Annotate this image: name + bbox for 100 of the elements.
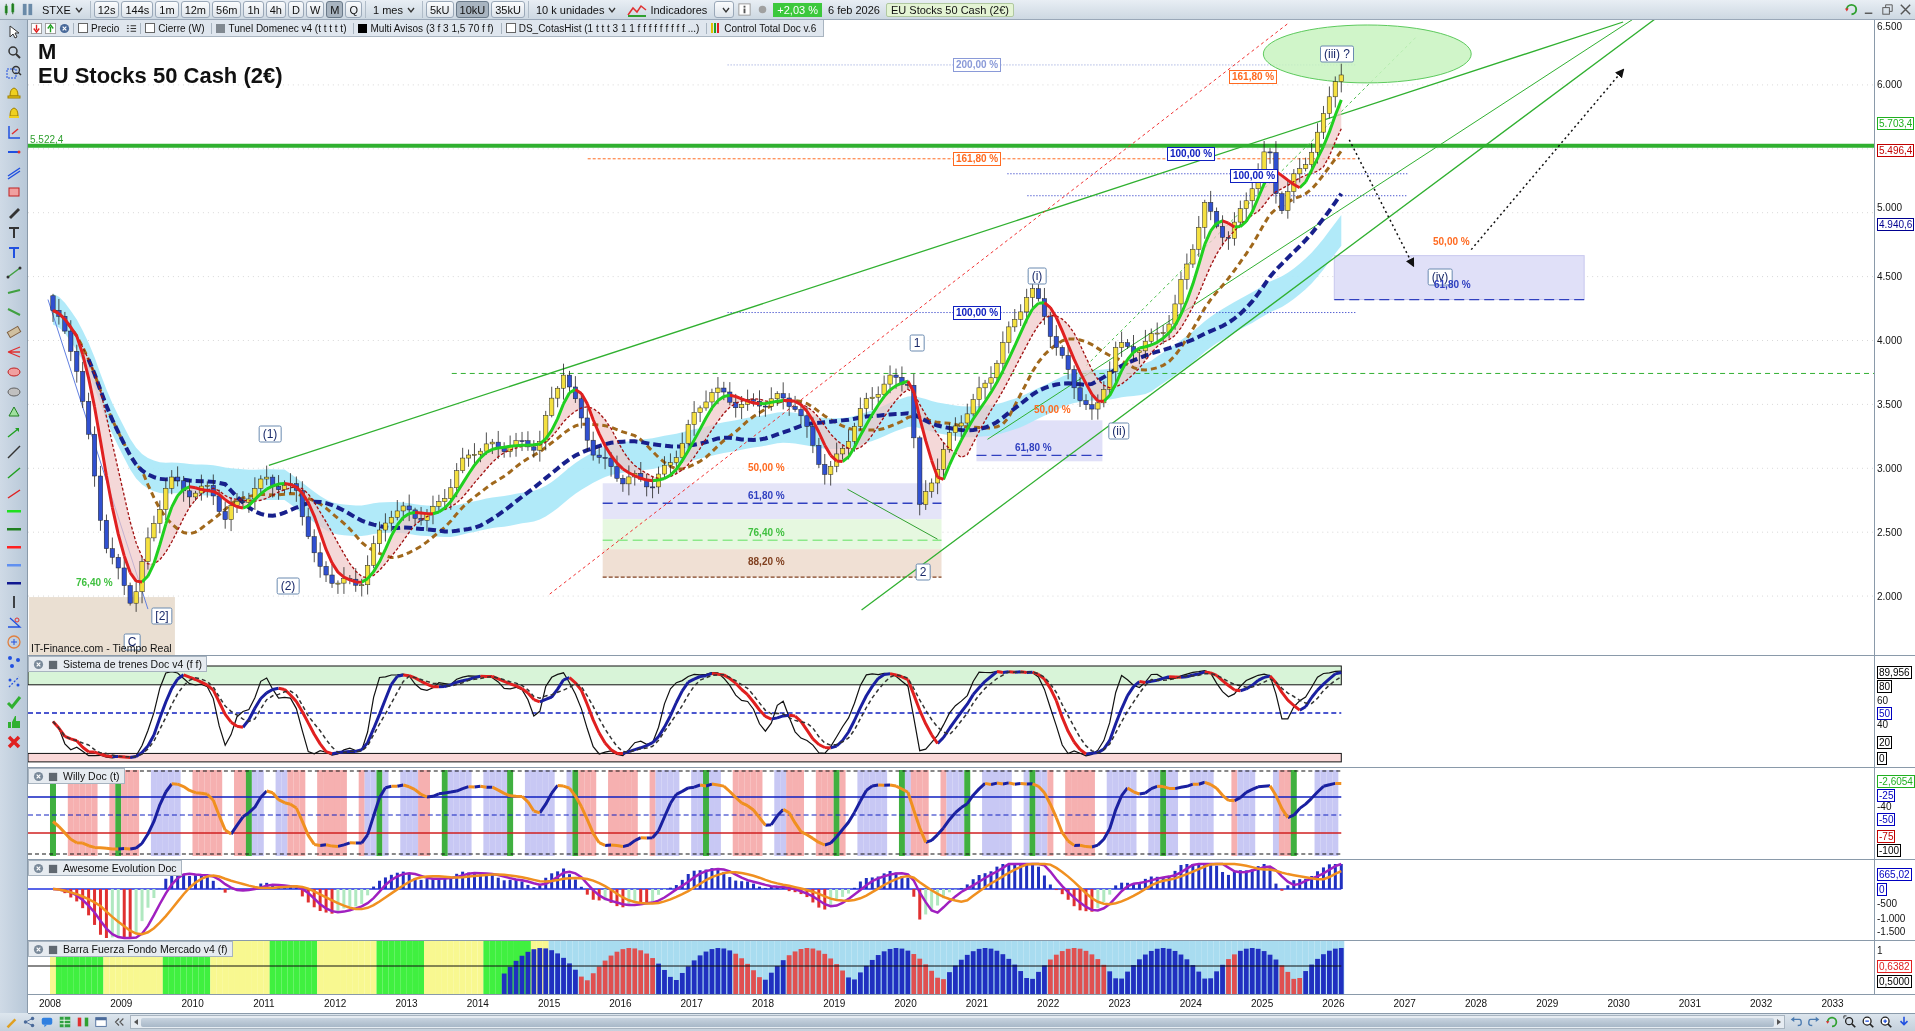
settings-square-icon[interactable]	[48, 862, 59, 874]
settings-square-icon[interactable]	[48, 770, 59, 782]
line-color-swatch[interactable]	[5, 544, 22, 550]
grid-icon[interactable]	[20, 2, 35, 17]
axis-tick-label: 2014	[466, 998, 489, 1009]
close-icon[interactable]	[33, 862, 44, 874]
symbol-dropdown[interactable]: STXE	[38, 1, 87, 18]
axis-tick-label: 2023	[1108, 998, 1131, 1009]
channel-icon[interactable]	[5, 164, 22, 180]
unit-button[interactable]: 10kU	[455, 1, 490, 18]
price-change-badge: +2,03 %	[773, 2, 822, 17]
zoom-out-icon[interactable]	[1861, 1015, 1875, 1029]
axis-tool-icon[interactable]	[5, 124, 22, 140]
price-tag: 5.703,4	[1877, 117, 1915, 130]
axis-tick-label: 2027	[1393, 998, 1416, 1009]
zoom-fit-icon[interactable]	[1843, 1015, 1857, 1029]
timeframe-button[interactable]: 4h	[265, 1, 286, 18]
arrow-up-icon[interactable]	[45, 22, 56, 34]
close-icon[interactable]	[59, 22, 70, 34]
axis-tick-label: -40	[1877, 801, 1892, 812]
axis-tick-label: 2015	[537, 998, 561, 1009]
indicator-legend-item[interactable]: Precio	[73, 22, 124, 34]
close-icon[interactable]	[33, 770, 44, 782]
indicator-legend-item[interactable]: Control Total Doc v.6	[706, 22, 821, 34]
window-icon[interactable]	[94, 1015, 108, 1029]
checkmark-icon[interactable]	[5, 694, 22, 710]
arrow-down-icon[interactable]	[31, 22, 42, 34]
period-dropdown[interactable]: 1 mes	[369, 1, 419, 18]
indicators-button[interactable]: Indicadores	[623, 1, 712, 18]
indicator-name: Control Total Doc v.6	[724, 22, 817, 34]
redo-icon[interactable]	[1807, 1015, 1821, 1029]
chat-icon[interactable]	[40, 1015, 54, 1029]
list-icon[interactable]	[126, 22, 138, 34]
line-color-swatch[interactable]	[5, 508, 22, 514]
double-chevron-left-icon[interactable]	[112, 1015, 126, 1029]
timeframe-button[interactable]: 56m	[212, 1, 242, 18]
ellipse-icon[interactable]	[5, 384, 22, 400]
close-icon[interactable]	[1898, 2, 1913, 17]
caret-icon	[608, 5, 617, 14]
fib-level-label: 100,00 %	[1167, 147, 1216, 161]
timeframe-button[interactable]: 1h	[243, 1, 264, 18]
line-color-swatch[interactable]	[5, 526, 22, 532]
search-icon[interactable]	[5, 44, 22, 60]
unit-button[interactable]: 5kU	[426, 1, 454, 18]
value-tag: -2,6054	[1877, 775, 1915, 788]
axis-tick-label: 2024	[1179, 998, 1202, 1009]
checkbox[interactable]	[145, 23, 156, 33]
angle-icon[interactable]	[5, 614, 22, 630]
indicator-legend-item[interactable]: Cierre (W)	[140, 22, 209, 34]
ellipse-icon[interactable]	[5, 364, 22, 380]
zoom-area-icon[interactable]	[5, 64, 22, 80]
unit-size-dropdown[interactable]: 10 k unidades	[531, 1, 621, 18]
restore-icon[interactable]	[1880, 2, 1895, 17]
close-icon[interactable]	[5, 734, 22, 750]
axis-tick-label: 2029	[1536, 998, 1559, 1009]
axis-tick-label: 2013	[395, 998, 418, 1009]
columns-icon[interactable]	[76, 1015, 90, 1029]
timeframe-button[interactable]: M	[326, 1, 344, 18]
checkbox[interactable]	[505, 23, 516, 33]
indicators-dropdown-button[interactable]	[714, 1, 735, 18]
close-icon[interactable]	[33, 943, 44, 955]
axis-tick-label: 2030	[1607, 998, 1630, 1009]
line-color-swatch[interactable]	[5, 562, 22, 568]
timeframe-label: M	[38, 40, 58, 65]
share-icon[interactable]	[22, 1015, 36, 1029]
value-tag: 0,5000	[1877, 975, 1912, 988]
checkbox[interactable]	[78, 23, 88, 33]
value-tag: -50	[1877, 813, 1896, 826]
timeframe-button[interactable]: 12m	[180, 1, 211, 18]
pitchfork-icon[interactable]	[5, 344, 22, 360]
settings-square-icon[interactable]	[48, 943, 59, 955]
polygon-icon[interactable]	[5, 404, 22, 420]
timeframe-button[interactable]: 144s	[121, 1, 154, 18]
horizontal-scrollbar[interactable]	[130, 1015, 1785, 1029]
unit-button[interactable]: 35kU	[491, 1, 525, 18]
timeframe-button[interactable]: 1m	[155, 1, 179, 18]
caret-icon	[722, 5, 731, 14]
timeframe-button[interactable]: D	[287, 1, 304, 18]
info-icon[interactable]	[737, 2, 753, 17]
timeframe-button[interactable]: Q	[345, 1, 362, 18]
candlestick-chart-icon[interactable]	[2, 2, 17, 17]
close-icon[interactable]	[33, 658, 44, 670]
zoom-in-icon[interactable]	[1879, 1015, 1893, 1029]
diagonal-line-icon[interactable]	[5, 444, 22, 460]
target-icon[interactable]	[5, 634, 22, 650]
refresh-icon[interactable]	[1844, 2, 1859, 17]
scrollbar-thumb[interactable]	[141, 1017, 1774, 1027]
spreadsheet-icon[interactable]	[58, 1015, 72, 1029]
axis-tick-label: 60	[1877, 695, 1889, 706]
value-tag: 50	[1877, 707, 1893, 720]
indicator-name: Cierre (W)	[158, 22, 205, 34]
timeframe-button[interactable]: W	[305, 1, 325, 18]
thumbs-up-icon[interactable]	[5, 714, 22, 730]
timeframe-button[interactable]: 12s	[93, 1, 120, 18]
settings-square-icon[interactable]	[48, 658, 59, 670]
formula-icon[interactable]	[5, 654, 22, 670]
line-color-swatch[interactable]	[5, 580, 22, 586]
axis-tick-label: 40	[1877, 719, 1889, 730]
undo-icon[interactable]	[1789, 1015, 1803, 1029]
trend-line-icon[interactable]	[5, 264, 22, 280]
